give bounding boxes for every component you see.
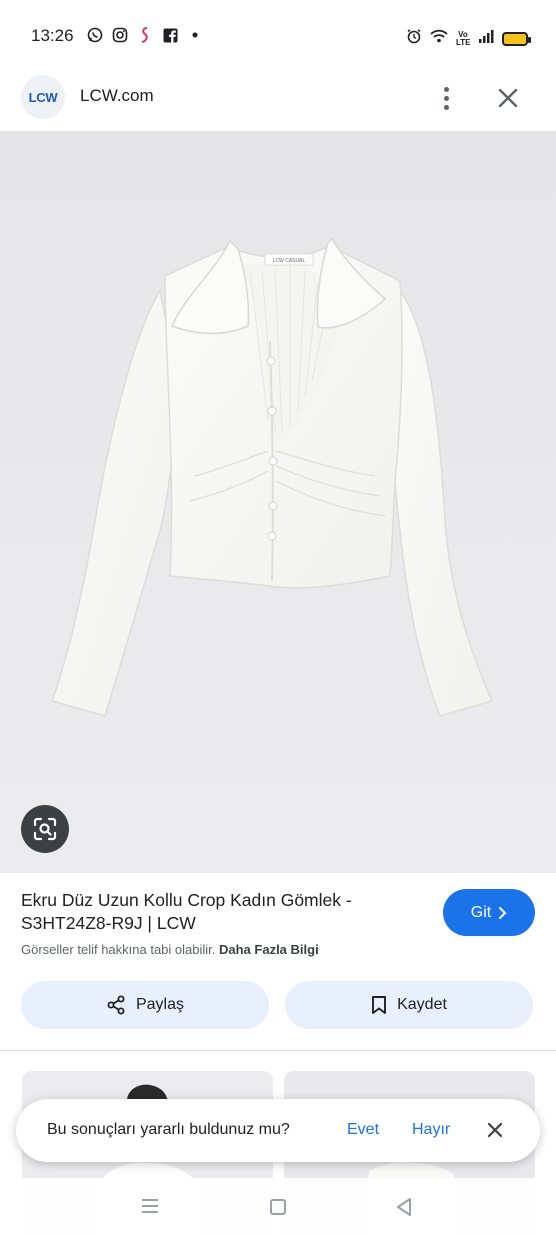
more-vert-icon xyxy=(443,86,449,92)
feedback-yes-button[interactable]: Evet xyxy=(347,1121,379,1139)
lens-search-button[interactable] xyxy=(21,805,69,853)
divider xyxy=(0,1050,556,1051)
recent-apps-button[interactable] xyxy=(141,1198,159,1214)
wifi-icon xyxy=(430,29,448,48)
system-nav-bar xyxy=(0,1178,556,1235)
back-icon xyxy=(397,1198,411,1216)
app-icon xyxy=(137,26,153,44)
lens-search-icon xyxy=(33,817,57,841)
menu-icon xyxy=(142,1199,158,1213)
feedback-snackbar: Bu sonuçları yararlı buldunuz mu? Evet H… xyxy=(16,1099,540,1162)
share-label: Paylaş xyxy=(135,996,185,1013)
copyright-text: Görseller telif hakkına tabi olabilir. xyxy=(21,942,216,957)
close-button[interactable] xyxy=(494,84,522,112)
instagram-icon xyxy=(112,26,128,44)
feedback-close-button[interactable] xyxy=(484,1119,506,1141)
alarm-icon xyxy=(406,28,422,49)
chevron-right-icon xyxy=(499,906,507,919)
save-label: Kaydet xyxy=(397,996,447,1013)
status-time: 13:26 xyxy=(31,26,74,45)
shirt-illustration: LCW CASUAL xyxy=(0,131,556,873)
signal-icon xyxy=(478,29,494,48)
bookmark-icon xyxy=(372,996,387,1014)
home-button[interactable] xyxy=(270,1199,286,1215)
facebook-icon xyxy=(162,26,178,44)
copyright-notice: Görseller telif hakkına tabi olabilir. D… xyxy=(21,942,319,957)
product-image[interactable]: LCW CASUAL xyxy=(0,131,556,873)
close-icon xyxy=(498,88,518,108)
dot-icon xyxy=(187,26,203,44)
more-options-button[interactable] xyxy=(432,82,460,114)
visit-button[interactable]: Git xyxy=(443,889,535,936)
result-title[interactable]: Ekru Düz Uzun Kollu Crop Kadın Gömlek - … xyxy=(21,889,421,935)
site-logo[interactable]: LCW xyxy=(21,75,65,119)
site-name[interactable]: LCW.com xyxy=(80,86,154,106)
notification-icons xyxy=(87,26,203,44)
system-icons: Vo LTE xyxy=(406,28,531,49)
label-tag-text: LCW CASUAL xyxy=(273,258,306,264)
feedback-no-button[interactable]: Hayır xyxy=(412,1121,450,1139)
volte-icon: Vo LTE xyxy=(456,29,471,47)
share-icon xyxy=(107,995,125,1015)
close-icon xyxy=(487,1122,503,1138)
save-button[interactable]: Kaydet xyxy=(285,981,533,1029)
status-bar: 13:26 Vo LTE xyxy=(0,0,556,70)
source-header: LCW LCW.com xyxy=(0,70,556,130)
share-button[interactable]: Paylaş xyxy=(21,981,269,1029)
battery-icon xyxy=(502,31,531,46)
back-button[interactable] xyxy=(395,1197,413,1217)
visit-label: Git xyxy=(470,903,492,921)
whatsapp-icon xyxy=(87,26,103,44)
feedback-question: Bu sonuçları yararlı buldunuz mu? xyxy=(47,1121,290,1138)
more-info-link[interactable]: Daha Fazla Bilgi xyxy=(219,942,319,957)
